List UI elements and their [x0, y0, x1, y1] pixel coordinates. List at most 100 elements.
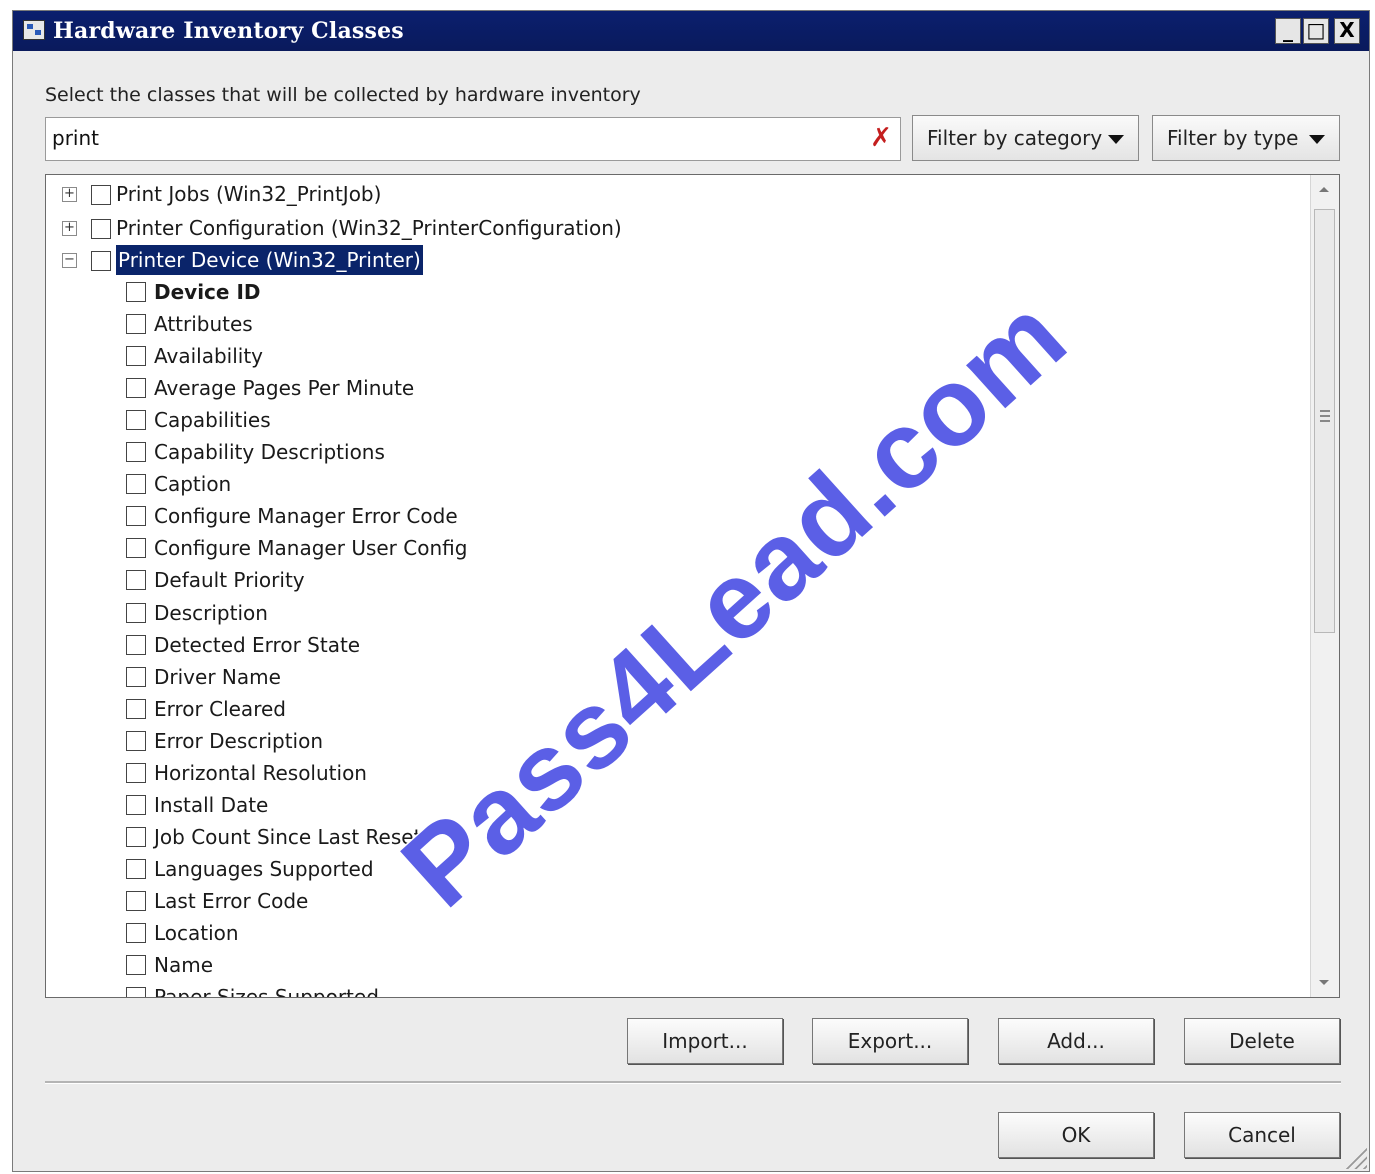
- property-checkbox[interactable]: [126, 634, 146, 655]
- property-row[interactable]: Install Date: [46, 790, 1296, 820]
- dropdown-arrow-icon: [1108, 135, 1124, 144]
- cancel-button[interactable]: Cancel: [1184, 1112, 1340, 1158]
- clear-search-icon[interactable]: ✗: [868, 123, 894, 153]
- export-button[interactable]: Export...: [812, 1018, 968, 1064]
- property-label: Error Cleared: [154, 696, 286, 721]
- expand-icon[interactable]: +: [62, 187, 77, 202]
- property-row[interactable]: Name: [46, 950, 1296, 980]
- property-row[interactable]: Caption: [46, 469, 1296, 499]
- property-checkbox[interactable]: [126, 794, 146, 815]
- property-label: Average Pages Per Minute: [154, 376, 415, 401]
- scroll-up-icon[interactable]: [1319, 187, 1329, 192]
- filter-by-type-label: Filter by type: [1167, 126, 1299, 150]
- property-row[interactable]: Job Count Since Last Reset: [46, 822, 1296, 852]
- property-label: Horizontal Resolution: [154, 760, 367, 785]
- filter-by-category-button[interactable]: Filter by category: [912, 115, 1139, 161]
- property-label: Device ID: [154, 280, 261, 304]
- resize-grip-icon[interactable]: [1345, 1147, 1367, 1169]
- property-checkbox[interactable]: [126, 923, 146, 943]
- class-row[interactable]: + Print Jobs (Win32_PrintJob): [46, 179, 1296, 209]
- filter-by-type-button[interactable]: Filter by type: [1152, 115, 1340, 161]
- collapse-icon[interactable]: −: [62, 253, 77, 268]
- property-label: Caption: [154, 472, 232, 497]
- class-tree-list[interactable]: + Print Jobs (Win32_PrintJob) + Printer Con…: [45, 174, 1340, 998]
- property-checkbox[interactable]: [126, 410, 146, 431]
- class-row[interactable]: − Printer Device (Win32_Printer): [46, 245, 1296, 275]
- property-label: Configure Manager Error Code: [154, 504, 458, 529]
- property-label: Capabilities: [154, 408, 271, 433]
- ok-button[interactable]: OK: [998, 1112, 1154, 1158]
- scroll-down-icon[interactable]: [1319, 980, 1329, 985]
- add-button[interactable]: Add...: [998, 1018, 1154, 1064]
- property-row[interactable]: Average Pages Per Minute: [46, 373, 1296, 403]
- vertical-scrollbar[interactable]: [1310, 175, 1339, 997]
- property-checkbox[interactable]: [126, 602, 146, 623]
- property-row[interactable]: Availability: [46, 341, 1296, 371]
- property-checkbox[interactable]: [126, 314, 146, 335]
- property-label: Attributes: [154, 312, 253, 337]
- property-row[interactable]: Configure Manager User Config: [46, 533, 1296, 563]
- close-button[interactable]: X: [1334, 18, 1360, 44]
- class-label: Print Jobs (Win32_PrintJob): [116, 182, 382, 206]
- property-label: Detected Error State: [154, 632, 361, 657]
- property-checkbox[interactable]: [126, 698, 146, 719]
- property-row[interactable]: Error Description: [46, 726, 1296, 756]
- property-checkbox[interactable]: [126, 474, 146, 495]
- property-checkbox[interactable]: [126, 570, 146, 591]
- class-label: Printer Configuration (Win32_PrinterConf…: [116, 216, 622, 240]
- property-checkbox[interactable]: [126, 666, 146, 687]
- app-icon: [23, 20, 45, 40]
- property-checkbox[interactable]: [126, 858, 146, 879]
- property-row[interactable]: Capabilities: [46, 405, 1296, 435]
- class-checkbox[interactable]: [91, 185, 111, 205]
- title-bar[interactable]: Hardware Inventory Classes _ □ X: [13, 11, 1369, 51]
- property-checkbox[interactable]: [126, 955, 146, 976]
- property-row[interactable]: Location: [46, 918, 1296, 948]
- property-checkbox[interactable]: [126, 890, 146, 911]
- property-row[interactable]: Horizontal Resolution: [46, 758, 1296, 788]
- property-row[interactable]: Device ID: [46, 277, 1296, 307]
- property-row[interactable]: Default Priority: [46, 565, 1296, 595]
- maximize-button[interactable]: □: [1303, 18, 1329, 44]
- scroll-thumb[interactable]: [1314, 209, 1335, 633]
- property-row[interactable]: Capability Descriptions: [46, 437, 1296, 467]
- property-checkbox[interactable]: [126, 506, 146, 527]
- property-checkbox[interactable]: [126, 987, 146, 997]
- property-label: Install Date: [154, 792, 269, 817]
- property-checkbox[interactable]: [126, 282, 146, 302]
- expand-icon[interactable]: +: [62, 221, 77, 236]
- property-row[interactable]: Attributes: [46, 309, 1296, 339]
- property-checkbox[interactable]: [126, 378, 146, 399]
- property-label: Languages Supported: [154, 856, 374, 881]
- property-checkbox[interactable]: [126, 826, 146, 847]
- property-row[interactable]: Error Cleared: [46, 694, 1296, 724]
- property-label: Last Error Code: [154, 888, 309, 913]
- property-label: Availability: [154, 344, 264, 369]
- property-row[interactable]: Configure Manager Error Code: [46, 501, 1296, 531]
- property-row[interactable]: Paper Sizes Supported: [46, 982, 1296, 998]
- property-row[interactable]: Last Error Code: [46, 886, 1296, 916]
- delete-button[interactable]: Delete: [1184, 1018, 1340, 1064]
- property-checkbox[interactable]: [126, 442, 146, 463]
- property-label: Capability Descriptions: [154, 440, 385, 465]
- property-row[interactable]: Detected Error State: [46, 630, 1296, 660]
- property-checkbox[interactable]: [126, 538, 146, 559]
- property-row[interactable]: Description: [46, 598, 1296, 628]
- property-label: Error Description: [154, 728, 324, 753]
- hardware-inventory-dialog: Hardware Inventory Classes _ □ X Select …: [12, 10, 1370, 1172]
- import-button[interactable]: Import...: [627, 1018, 783, 1064]
- property-checkbox[interactable]: [126, 730, 146, 751]
- class-checkbox[interactable]: [91, 251, 111, 271]
- property-label: Default Priority: [154, 568, 305, 593]
- property-label: Paper Sizes Supported: [154, 985, 379, 998]
- minimize-button[interactable]: _: [1275, 18, 1301, 44]
- property-checkbox[interactable]: [126, 762, 146, 783]
- property-label: Description: [154, 600, 268, 625]
- property-row[interactable]: Languages Supported: [46, 854, 1296, 884]
- class-row[interactable]: + Printer Configuration (Win32_PrinterCon…: [46, 213, 1296, 243]
- property-checkbox[interactable]: [126, 346, 146, 367]
- property-row[interactable]: Driver Name: [46, 662, 1296, 692]
- search-input[interactable]: print: [45, 117, 901, 161]
- class-checkbox[interactable]: [91, 219, 111, 239]
- divider: [45, 1081, 1341, 1084]
